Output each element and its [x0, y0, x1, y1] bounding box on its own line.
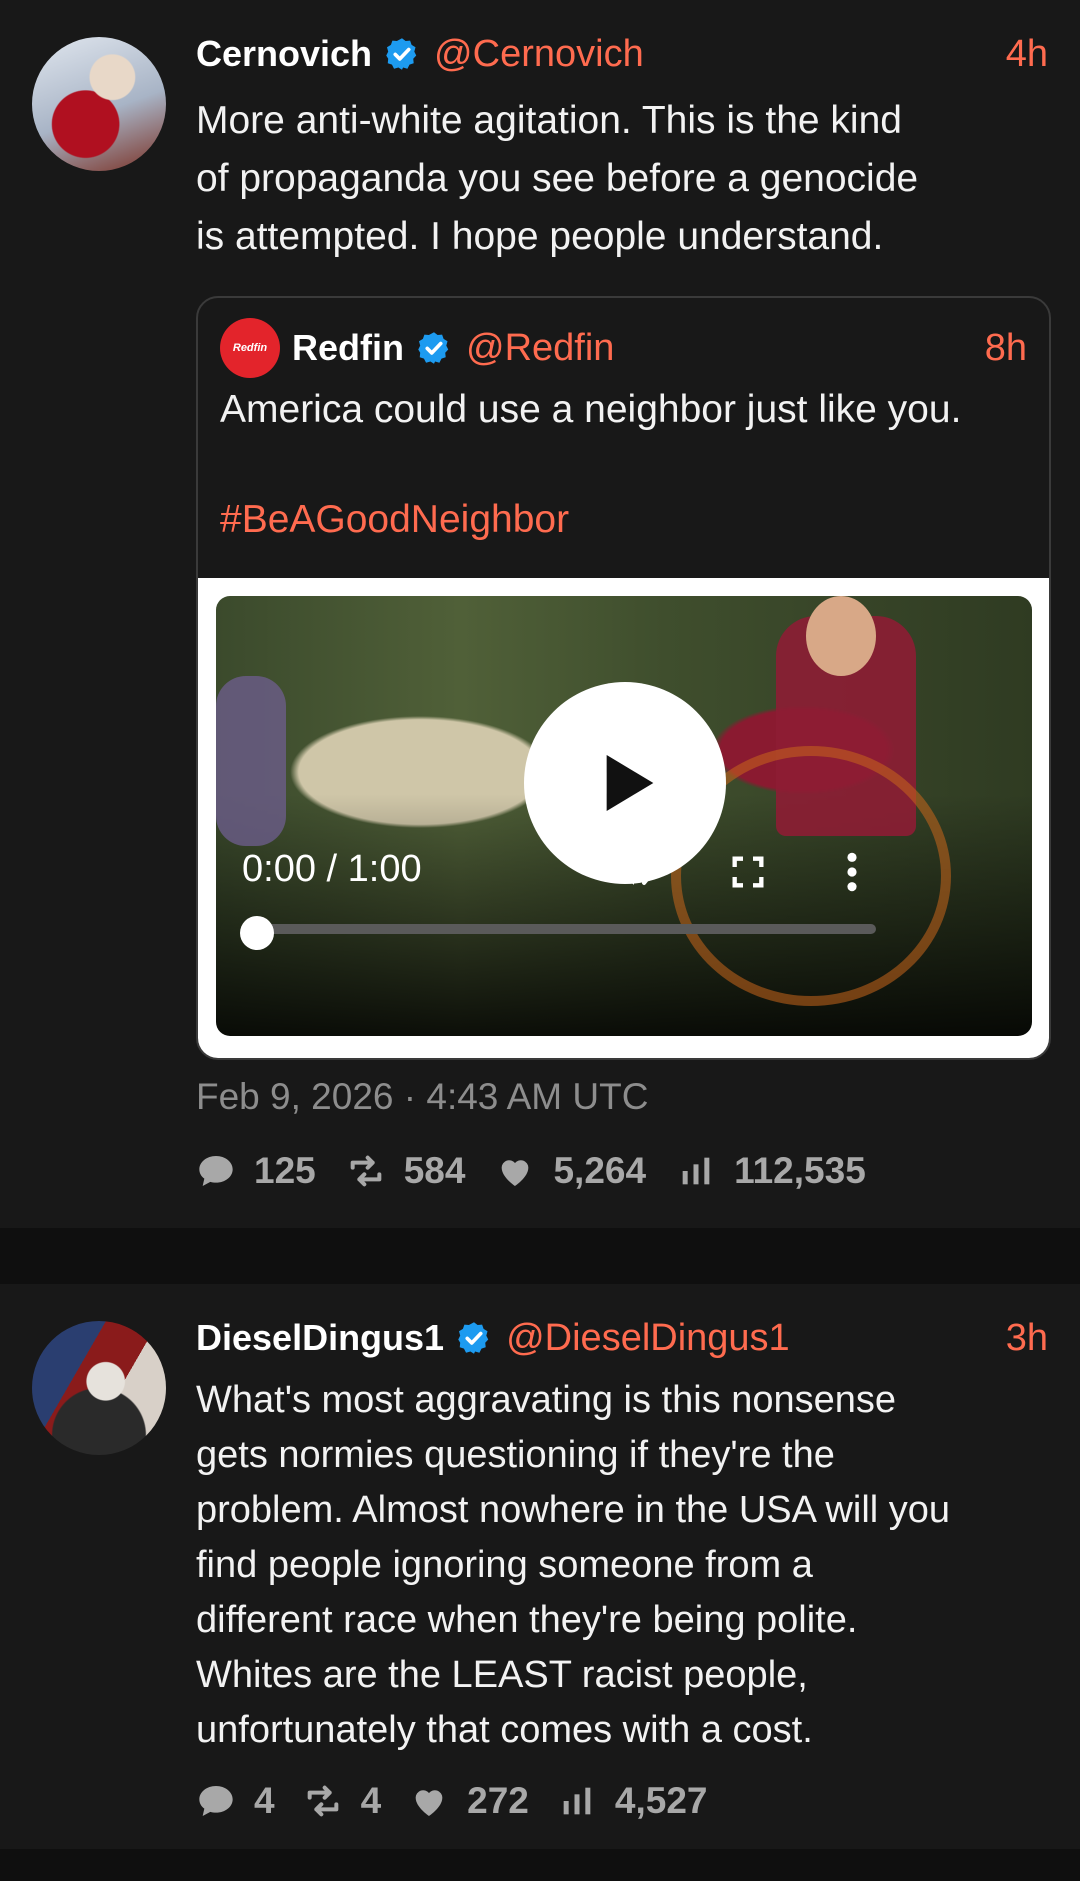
- quoted-avatar[interactable]: Redfin: [220, 318, 280, 378]
- reply-count: 4: [254, 1780, 275, 1821]
- tweet-cernovich[interactable]: Cernovich @Cernovich 4h More anti-white …: [0, 0, 1080, 1228]
- tweet-text: What's most aggravating is this nonsense…: [196, 1379, 951, 1751]
- views-chart-icon: [676, 1151, 716, 1191]
- tweet-header: DieselDingus1 @DieselDingus1 3h: [196, 1314, 1048, 1362]
- tweet-date[interactable]: Feb 9, 2026 · 4:43 AM UTC: [196, 1076, 648, 1118]
- quoted-author-handle[interactable]: @Redfin: [466, 327, 614, 370]
- video-progress-bar[interactable]: [258, 924, 876, 934]
- author-name[interactable]: DieselDingus1: [196, 1317, 444, 1359]
- retweet-stat[interactable]: 4: [303, 1780, 382, 1822]
- reply-stat[interactable]: 4: [196, 1780, 275, 1822]
- like-count: 5,264: [553, 1150, 647, 1191]
- reply-count: 125: [254, 1150, 316, 1191]
- quoted-text: America could use a neighbor just like y…: [220, 388, 962, 431]
- tweet-dieseldingus1[interactable]: DieselDingus1 @DieselDingus1 3h What's m…: [0, 1284, 1080, 1849]
- heart-icon: [495, 1151, 535, 1191]
- reply-stat[interactable]: 125: [196, 1150, 316, 1192]
- tweet-header: Cernovich @Cernovich 4h: [196, 30, 1048, 78]
- tweet-time[interactable]: 4h: [1006, 33, 1048, 76]
- quoted-author-name[interactable]: Redfin: [292, 327, 404, 369]
- hashtag-link[interactable]: #BeAGoodNeighbor: [220, 498, 569, 542]
- video-scene-child: [216, 676, 286, 846]
- video-progress-knob[interactable]: [240, 916, 274, 950]
- avatar[interactable]: [32, 1321, 166, 1455]
- retweet-count: 4: [360, 1780, 382, 1821]
- heart-icon: [409, 1781, 449, 1821]
- like-stat[interactable]: 272: [409, 1780, 529, 1822]
- tweet-text: More anti-white agitation. This is the k…: [196, 99, 919, 258]
- verified-badge-icon: [384, 36, 420, 72]
- like-count: 272: [467, 1780, 529, 1821]
- play-icon: [606, 755, 654, 811]
- like-stat[interactable]: 5,264: [495, 1150, 646, 1192]
- views-count: 112,535: [734, 1150, 866, 1191]
- avatar[interactable]: [32, 37, 166, 171]
- views-count: 4,527: [614, 1780, 708, 1821]
- retweet-icon: [303, 1781, 343, 1821]
- retweet-count: 584: [403, 1150, 466, 1191]
- retweet-stat[interactable]: 584: [346, 1150, 466, 1192]
- video-frame: 0:00 / 1:00: [198, 578, 1049, 1058]
- more-options-icon[interactable]: [844, 850, 860, 894]
- thread-divider: [0, 1228, 1080, 1284]
- retweet-icon: [346, 1151, 386, 1191]
- comment-icon: [196, 1151, 236, 1191]
- tweet-stats: 4 4 272 4,527: [196, 1780, 735, 1822]
- author-handle[interactable]: @DieselDingus1: [506, 1317, 790, 1360]
- redfin-logo-text: Redfin: [232, 342, 268, 354]
- quoted-header: Redfin @Redfin 8h: [292, 322, 1027, 374]
- views-stat[interactable]: 4,527: [557, 1780, 708, 1822]
- author-handle[interactable]: @Cernovich: [434, 33, 644, 76]
- tweet-time[interactable]: 3h: [1006, 1317, 1048, 1360]
- verified-badge-icon: [456, 1320, 492, 1356]
- video-time: 0:00 / 1:00: [242, 848, 422, 890]
- video-scene-rider-head: [806, 596, 876, 676]
- quoted-tweet-time[interactable]: 8h: [985, 327, 1027, 370]
- views-chart-icon: [557, 1781, 597, 1821]
- verified-badge-icon: [416, 330, 452, 366]
- comment-icon: [196, 1781, 236, 1821]
- volume-icon[interactable]: [612, 850, 656, 894]
- quoted-tweet[interactable]: Redfin Redfin @Redfin 8h America could u…: [196, 296, 1051, 1060]
- video-player[interactable]: 0:00 / 1:00: [216, 596, 1032, 1036]
- author-name[interactable]: Cernovich: [196, 33, 372, 75]
- page-bottom: [0, 1849, 1080, 1881]
- views-stat[interactable]: 112,535: [676, 1150, 866, 1192]
- tweet-stats: 125 584 5,264 112,535: [196, 1150, 896, 1192]
- fullscreen-icon[interactable]: [728, 852, 768, 892]
